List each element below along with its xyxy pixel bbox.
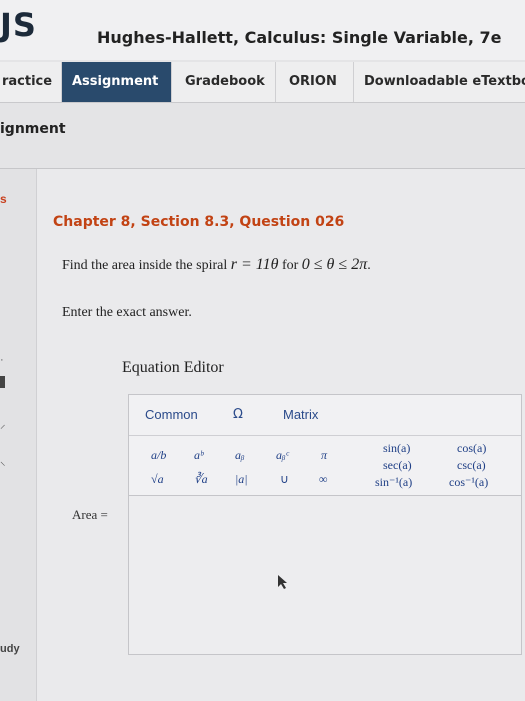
spiral-equation: r = 11θ (230, 256, 279, 273)
infinity-button[interactable]: ∞ (319, 472, 328, 487)
editor-tab-omega[interactable]: Ω (233, 407, 243, 422)
tab-assignment[interactable]: Assignment (62, 62, 172, 102)
equation-editor-label: Equation Editor (122, 359, 224, 376)
union-button[interactable]: ∪ (280, 472, 289, 487)
fraction-button[interactable]: a/b (151, 448, 166, 463)
question-title: Chapter 8, Section 8.3, Question 026 (53, 214, 345, 230)
csc-button[interactable]: csc(a) (457, 458, 486, 473)
sub-superscript-button[interactable]: aᵦᶜ (276, 448, 289, 463)
instruction-text: Enter the exact answer. (62, 305, 192, 320)
editor-tab-matrix[interactable]: Matrix (283, 407, 318, 422)
tab-downloadable-etextbook[interactable]: Downloadable eTextbo (354, 62, 525, 102)
pi-button[interactable]: π (321, 448, 327, 463)
site-logo[interactable]: JS (0, 6, 37, 44)
editor-tab-divider (129, 435, 521, 436)
question-text-middle: for (278, 258, 302, 273)
rail-flag-icon[interactable] (0, 376, 5, 388)
superscript-button[interactable]: aᵇ (194, 448, 203, 463)
tab-orion[interactable]: ORION (276, 62, 354, 102)
rail-mark-icon[interactable]: ⸝ (0, 417, 6, 432)
cube-root-button[interactable]: ∛a (194, 472, 208, 487)
rail-s-marker[interactable]: s (0, 192, 7, 206)
page-heading: ignment (0, 121, 66, 137)
rail-study-label[interactable]: udy (0, 643, 20, 655)
tab-gradebook[interactable]: Gradebook (172, 62, 276, 102)
theta-range: 0 ≤ θ ≤ 2π (301, 256, 368, 273)
question-text-suffix: . (367, 258, 371, 273)
sin-button[interactable]: sin(a) (383, 441, 410, 456)
rail-dot: · (0, 354, 4, 366)
sqrt-button[interactable]: √a (151, 472, 164, 487)
tab-practice[interactable]: ractice (0, 62, 62, 102)
course-title: Hughes-Hallett, Calculus: Single Variabl… (97, 28, 502, 47)
answer-input[interactable] (128, 495, 522, 655)
arccos-button[interactable]: cos⁻¹(a) (449, 475, 488, 490)
top-header: JS Hughes-Hallett, Calculus: Single Vari… (0, 0, 525, 60)
cos-button[interactable]: cos(a) (457, 441, 486, 456)
rail-mark-icon-2[interactable]: ⸜ (0, 454, 6, 469)
editor-tab-common[interactable]: Common (145, 407, 198, 422)
course-nav: ractice Assignment Gradebook ORION Downl… (0, 62, 525, 103)
absolute-value-button[interactable]: |a| (235, 472, 248, 487)
equation-editor-toolbar: Common Ω Matrix a/b aᵇ aᵦ aᵦᶜ π √a ∛a |a… (128, 394, 522, 496)
question-text: Find the area inside the spiral r = 11θ … (62, 256, 371, 274)
mouse-cursor-icon (278, 575, 287, 589)
area-label: Area = (72, 507, 108, 522)
arcsin-button[interactable]: sin⁻¹(a) (375, 475, 412, 490)
subscript-button[interactable]: aᵦ (235, 448, 244, 463)
question-list-rail: s · ⸝ ⸜ udy (0, 169, 37, 701)
sec-button[interactable]: sec(a) (383, 458, 412, 473)
question-panel: s · ⸝ ⸜ udy Chapter 8, Section 8.3, Ques… (0, 168, 525, 701)
question-text-prefix: Find the area inside the spiral (62, 258, 231, 273)
